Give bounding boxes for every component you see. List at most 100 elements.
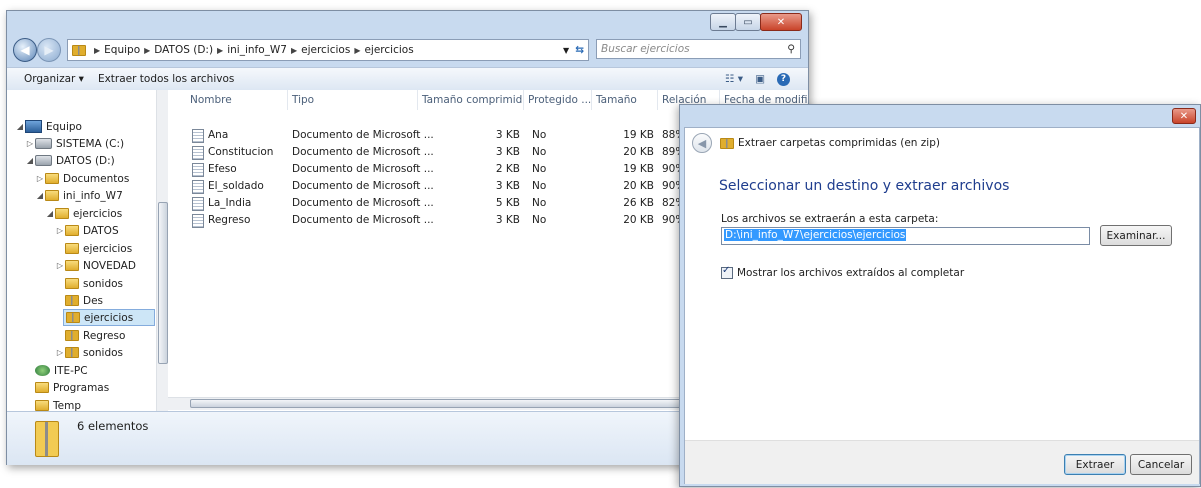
command-bar: Organizar ▾ Extraer todos los archivos ☷… bbox=[7, 67, 808, 91]
dialog-body: ◀ Extraer carpetas comprimidas (en zip) … bbox=[684, 127, 1200, 484]
file-protected: No bbox=[532, 129, 547, 141]
minimize-button[interactable]: ▁ bbox=[710, 13, 736, 31]
organize-button[interactable]: Organizar ▾ bbox=[17, 73, 91, 85]
checkbox-label: Mostrar los archivos extraídos al comple… bbox=[737, 267, 965, 279]
tree-item-sonidos[interactable]: sonidos bbox=[65, 275, 123, 292]
document-icon bbox=[192, 163, 204, 177]
document-icon bbox=[192, 180, 204, 194]
dialog-title: Extraer carpetas comprimidas (en zip) bbox=[738, 137, 940, 149]
document-icon bbox=[192, 214, 204, 228]
tree-item-ite-pc[interactable]: ITE-PC bbox=[25, 362, 88, 379]
extract-dialog: ✕ ◀ Extraer carpetas comprimidas (en zip… bbox=[679, 104, 1201, 487]
help-icon[interactable]: ? bbox=[777, 72, 790, 86]
tree-item-programas[interactable]: Programas bbox=[35, 379, 109, 396]
cancel-button[interactable]: Cancelar bbox=[1130, 454, 1192, 475]
tree-item-sistema[interactable]: ▷ SISTEMA (C:) bbox=[25, 135, 124, 152]
destination-label: Los archivos se extraerán a esta carpeta… bbox=[721, 213, 939, 225]
breadcrumb-ini-info[interactable]: ini_info_W7 bbox=[227, 44, 287, 56]
tree-item-novedad[interactable]: ▷ NOVEDAD bbox=[55, 257, 136, 274]
column-header-tamano[interactable]: Tamaño bbox=[592, 90, 658, 110]
back-arrow-icon[interactable]: ◀ bbox=[13, 38, 37, 62]
address-bar[interactable]: ▶ Equipo ▶ DATOS (D:) ▶ ini_info_W7 ▶ ej… bbox=[67, 39, 589, 61]
folder-icon bbox=[35, 400, 49, 411]
dialog-footer: Extraer Cancelar bbox=[685, 440, 1199, 484]
breadcrumb-datos[interactable]: DATOS (D:) bbox=[154, 44, 213, 56]
close-button[interactable]: ✕ bbox=[1172, 108, 1196, 124]
item-count: 6 elementos bbox=[77, 419, 149, 433]
folder-icon bbox=[45, 190, 59, 201]
file-type: Documento de Microsoft ... bbox=[292, 180, 434, 192]
tree-label: Documentos bbox=[63, 172, 130, 185]
file-name: Regreso bbox=[208, 214, 251, 226]
back-arrow-icon[interactable]: ◀ bbox=[692, 133, 712, 153]
tree-label: Temp bbox=[53, 399, 81, 412]
destination-path-input[interactable]: D:\ini_info_W7\ejercicios\ejercicios bbox=[721, 227, 1090, 245]
file-protected: No bbox=[532, 180, 547, 192]
file-compressed-size: 3 KB bbox=[495, 129, 520, 141]
scrollbar-thumb[interactable] bbox=[158, 202, 168, 364]
tree-item-sonidos-zip[interactable]: ▷ sonidos bbox=[55, 344, 123, 361]
document-icon bbox=[192, 129, 204, 143]
maximize-button[interactable]: ▭ bbox=[735, 13, 761, 31]
close-button[interactable]: ✕ bbox=[760, 13, 802, 31]
show-files-checkbox[interactable]: Mostrar los archivos extraídos al comple… bbox=[721, 265, 965, 279]
file-compressed-size: 3 KB bbox=[495, 214, 520, 226]
breadcrumb-ejercicios[interactable]: ejercicios bbox=[301, 44, 350, 56]
column-header-tipo[interactable]: Tipo bbox=[288, 90, 418, 110]
file-name: Constitucion bbox=[208, 146, 274, 158]
nav-vertical-scrollbar[interactable] bbox=[156, 90, 168, 415]
column-header-nombre[interactable]: Nombre bbox=[186, 90, 288, 110]
search-icon: ⚲ bbox=[787, 43, 795, 55]
breadcrumb-equipo[interactable]: Equipo bbox=[104, 44, 140, 56]
tree-item-equipo[interactable]: ◢ Equipo bbox=[15, 118, 82, 135]
dropdown-arrow-icon[interactable]: ▼ bbox=[563, 46, 569, 55]
file-compressed-size: 3 KB bbox=[495, 146, 520, 158]
tree-label: ITE-PC bbox=[54, 364, 88, 377]
tree-label: Programas bbox=[53, 381, 110, 394]
drive-icon bbox=[35, 138, 52, 149]
zip-folder-icon bbox=[720, 137, 734, 149]
file-protected: No bbox=[532, 214, 547, 226]
view-options-icon[interactable]: ☷ ▾ bbox=[725, 73, 743, 85]
zip-folder-icon bbox=[35, 421, 59, 457]
refresh-icon[interactable]: ⇆ bbox=[575, 44, 584, 56]
address-row: ◀ ▶ ▶ Equipo ▶ DATOS (D:) ▶ ini_info_W7 … bbox=[7, 35, 808, 65]
file-type: Documento de Microsoft ... bbox=[292, 129, 434, 141]
column-header-tamano-comprimido[interactable]: Tamaño comprimido bbox=[418, 90, 524, 110]
tree-label: sonidos bbox=[83, 277, 124, 290]
extract-button[interactable]: Extraer bbox=[1064, 454, 1126, 475]
tree-item-ini-info[interactable]: ◢ ini_info_W7 bbox=[35, 187, 123, 204]
file-type: Documento de Microsoft ... bbox=[292, 163, 434, 175]
file-name: Ana bbox=[208, 129, 229, 141]
search-input[interactable]: Buscar ejercicios ⚲ bbox=[596, 39, 801, 59]
extract-all-button[interactable]: Extraer todos los archivos bbox=[91, 73, 241, 85]
file-size: 26 KB bbox=[623, 197, 654, 209]
tree-label: DATOS (D:) bbox=[56, 154, 115, 167]
forward-arrow-icon[interactable]: ▶ bbox=[37, 38, 61, 62]
file-type: Documento de Microsoft ... bbox=[292, 197, 434, 209]
preview-pane-icon[interactable]: ▣ bbox=[755, 73, 765, 85]
tree-item-ejercicios-zip[interactable]: ejercicios bbox=[63, 309, 155, 326]
navigation-pane: ◢ Equipo ▷ SISTEMA (C:) ◢ DATOS (D:) ▷ D… bbox=[7, 90, 168, 415]
folder-icon bbox=[35, 382, 49, 393]
browse-button[interactable]: Examinar... bbox=[1100, 225, 1172, 246]
tree-item-ejercicios-sub[interactable]: ejercicios bbox=[65, 240, 132, 257]
tree-label: SISTEMA (C:) bbox=[56, 137, 125, 150]
destination-path-value: D:\ini_info_W7\ejercicios\ejercicios bbox=[724, 229, 907, 241]
folder-icon bbox=[65, 225, 79, 236]
file-compressed-size: 3 KB bbox=[495, 180, 520, 192]
checkbox-checked-icon[interactable] bbox=[721, 265, 733, 279]
window-controls: ▁ ▭ ✕ bbox=[710, 13, 802, 31]
tree-item-des[interactable]: Des bbox=[65, 292, 103, 309]
user-folder-icon bbox=[35, 365, 50, 376]
tree-item-regreso[interactable]: Regreso bbox=[65, 327, 125, 344]
tree-item-datos-drive[interactable]: ◢ DATOS (D:) bbox=[25, 152, 115, 169]
tree-label: ini_info_W7 bbox=[63, 189, 123, 202]
tree-item-documentos[interactable]: ▷ Documentos bbox=[35, 170, 129, 187]
tree-item-datos[interactable]: ▷ DATOS bbox=[55, 222, 119, 239]
file-size: 19 KB bbox=[623, 163, 654, 175]
tree-item-ejercicios[interactable]: ◢ ejercicios bbox=[45, 205, 122, 222]
column-header-protegido[interactable]: Protegido ... bbox=[524, 90, 592, 110]
folder-icon bbox=[65, 243, 79, 254]
breadcrumb-ejercicios-current[interactable]: ejercicios bbox=[364, 44, 413, 56]
